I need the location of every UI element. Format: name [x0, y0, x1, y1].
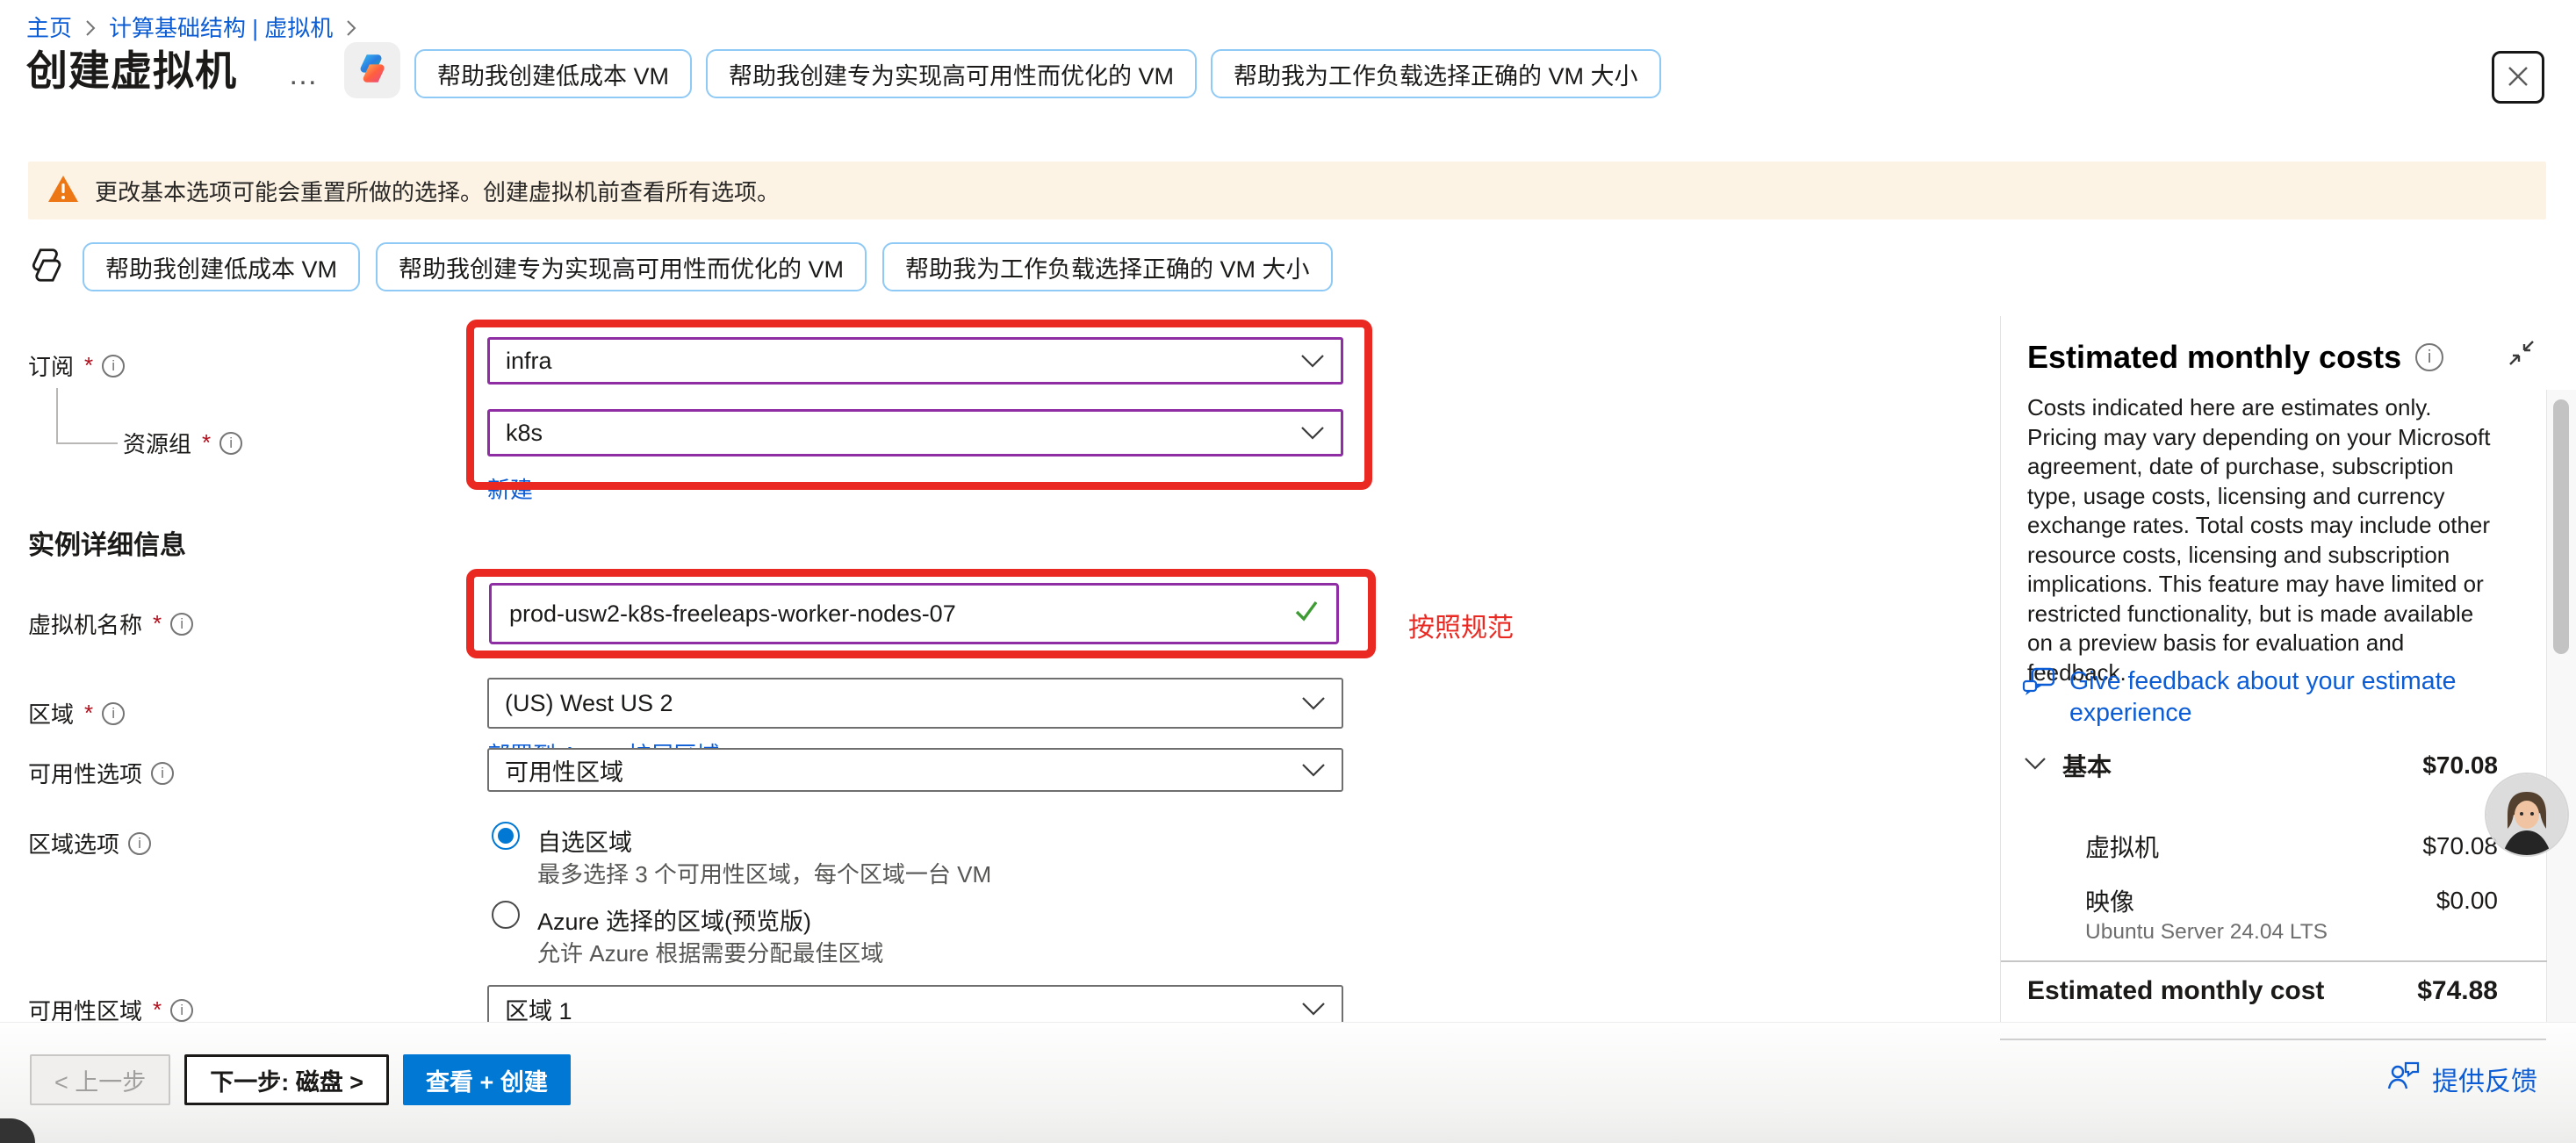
copilot-button[interactable] [344, 42, 400, 98]
cost-group-label: 基本 [2062, 748, 2112, 783]
chevron-down-icon [1300, 420, 1325, 447]
info-icon[interactable]: i [170, 999, 193, 1022]
warning-banner: 更改基本选项可能会重置所做的选择。创建虚拟机前查看所有选项。 [28, 162, 2546, 219]
breadcrumb-chevron-icon [84, 18, 97, 39]
chevron-down-icon [2024, 757, 2047, 775]
suggest-high-availability-vm-button[interactable]: 帮助我创建专为实现高可用性而优化的 VM [376, 242, 867, 291]
info-icon[interactable]: i [128, 832, 151, 855]
availability-options-dropdown[interactable]: 可用性区域 [487, 748, 1343, 792]
instance-details-section-title: 实例详细信息 [28, 523, 186, 562]
next-step-disks-button[interactable]: 下一步: 磁盘 > [184, 1054, 389, 1105]
estimated-costs-panel: Estimated monthly costs i Costs indicate… [2000, 316, 2546, 1038]
info-icon[interactable]: i [219, 432, 242, 455]
suggest-vm-size-button[interactable]: 帮助我为工作负载选择正确的 VM 大小 [1211, 49, 1661, 98]
close-icon [2505, 63, 2531, 92]
cost-panel-title: Estimated monthly costs [2027, 339, 2401, 376]
panel-divider [2001, 960, 2547, 962]
cost-group-row[interactable]: 基本 $70.08 [2024, 748, 2498, 783]
panel-scrollbar-track[interactable] [2546, 390, 2576, 1022]
region-label: 区域* i [28, 697, 125, 730]
estimate-feedback-text: Give feedback about your estimate experi… [2069, 665, 2491, 729]
wizard-footer: < 上一步 下一步: 磁盘 > 查看 + 创建 提供反馈 [0, 1022, 2576, 1143]
required-asterisk: * [153, 610, 162, 637]
required-asterisk: * [153, 996, 162, 1024]
subscription-value: infra [506, 348, 552, 375]
info-icon[interactable]: i [170, 613, 193, 636]
valid-check-icon [1294, 600, 1319, 629]
image-name-subtext: Ubuntu Server 24.04 LTS [2085, 920, 2328, 945]
info-icon[interactable]: i [2415, 343, 2443, 371]
field-connector-line [56, 388, 118, 444]
suggest-low-cost-vm-button[interactable]: 帮助我创建低成本 VM [414, 49, 692, 98]
resource-group-dropdown[interactable]: k8s [487, 409, 1343, 456]
resource-group-label: 资源组* i [123, 427, 242, 459]
copilot-outline-icon [26, 245, 67, 290]
copilot-suggestions-top: 帮助我创建低成本 VM 帮助我创建专为实现高可用性而优化的 VM 帮助我为工作负… [414, 49, 1661, 98]
person-feedback-icon [2386, 1060, 2421, 1098]
region-dropdown[interactable]: (US) West US 2 [487, 678, 1343, 729]
info-icon[interactable]: i [102, 702, 125, 725]
page-title: 创建虚拟机 [26, 37, 237, 97]
panel-bottom-divider [2000, 1039, 2546, 1040]
radio-dot [498, 828, 514, 844]
close-button[interactable] [2492, 51, 2544, 104]
vm-name-input[interactable]: prod-usw2-k8s-freeleaps-worker-nodes-07 [489, 583, 1339, 644]
give-feedback-text: 提供反馈 [2432, 1060, 2537, 1098]
copilot-icon [354, 50, 391, 91]
suggest-low-cost-vm-button[interactable]: 帮助我创建低成本 VM [83, 242, 360, 291]
create-new-resource-group-link[interactable]: 新建 [487, 472, 533, 505]
cost-row-vm: 虚拟机 $70.08 [2085, 829, 2498, 864]
resource-group-value: k8s [506, 420, 543, 447]
subscription-label: 订阅* i [28, 349, 125, 382]
breadcrumb-chevron-icon [345, 18, 357, 39]
required-asterisk: * [84, 352, 93, 379]
chevron-down-icon [1301, 757, 1326, 784]
required-asterisk: * [84, 700, 93, 727]
more-actions-button[interactable]: … [288, 58, 321, 92]
info-icon[interactable]: i [102, 355, 125, 377]
suggest-high-availability-vm-button[interactable]: 帮助我创建专为实现高可用性而优化的 VM [706, 49, 1197, 98]
panel-scrollbar-thumb[interactable] [2553, 399, 2569, 654]
previous-step-button[interactable]: < 上一步 [30, 1054, 170, 1105]
azure-selected-zones-radio[interactable] [492, 901, 520, 929]
give-feedback-link[interactable]: 提供反馈 [2386, 1060, 2537, 1098]
chevron-down-icon [1301, 690, 1326, 717]
warning-banner-text: 更改基本选项可能会重置所做的选择。创建虚拟机前查看所有选项。 [95, 175, 780, 207]
availability-options-label: 可用性选项 i [28, 757, 174, 789]
annotation-note: 按照规范 [1408, 606, 1514, 644]
estimate-feedback-link[interactable]: Give feedback about your estimate experi… [2020, 665, 2491, 729]
copilot-suggestions-inline: 帮助我创建低成本 VM 帮助我创建专为实现高可用性而优化的 VM 帮助我为工作负… [26, 242, 1333, 291]
self-selected-zones-radio[interactable] [492, 822, 520, 850]
cost-panel-disclaimer: Costs indicated here are estimates only.… [2027, 393, 2501, 687]
chevron-down-icon [1300, 348, 1325, 375]
subscription-dropdown[interactable]: infra [487, 337, 1343, 385]
region-value: (US) West US 2 [505, 690, 673, 717]
vm-name-value: prod-usw2-k8s-freeleaps-worker-nodes-07 [509, 600, 956, 628]
required-asterisk: * [202, 429, 211, 456]
self-selected-zones-description: 最多选择 3 个可用性区域，每个区域一台 VM [537, 857, 991, 889]
cost-group-value: $70.08 [2422, 751, 2498, 780]
azure-selected-zones-label: Azure 选择的区域(预览版) [537, 902, 811, 937]
vm-name-label: 虚拟机名称* i [28, 607, 193, 640]
availability-zones-value: 区域 1 [505, 992, 572, 1026]
availability-options-value: 可用性区域 [505, 753, 623, 787]
info-icon[interactable]: i [151, 762, 174, 785]
collapse-panel-icon[interactable] [2506, 337, 2537, 373]
zone-options-label: 区域选项 i [28, 827, 151, 859]
feedback-bubbles-icon [2020, 665, 2057, 708]
self-selected-zones-label: 自选区域 [537, 823, 632, 858]
avatar[interactable] [2486, 774, 2567, 855]
chevron-down-icon [1301, 996, 1326, 1023]
cursor-artifact [0, 1118, 35, 1143]
cost-total-row: Estimated monthly cost $74.88 [2027, 976, 2498, 1006]
review-create-button[interactable]: 查看 + 创建 [403, 1054, 571, 1105]
suggest-vm-size-button[interactable]: 帮助我为工作负载选择正确的 VM 大小 [882, 242, 1333, 291]
warning-icon [47, 175, 79, 207]
cost-row-image: 映像 $0.00 [2085, 883, 2498, 918]
azure-selected-zones-description: 允许 Azure 根据需要分配最佳区域 [537, 936, 883, 968]
